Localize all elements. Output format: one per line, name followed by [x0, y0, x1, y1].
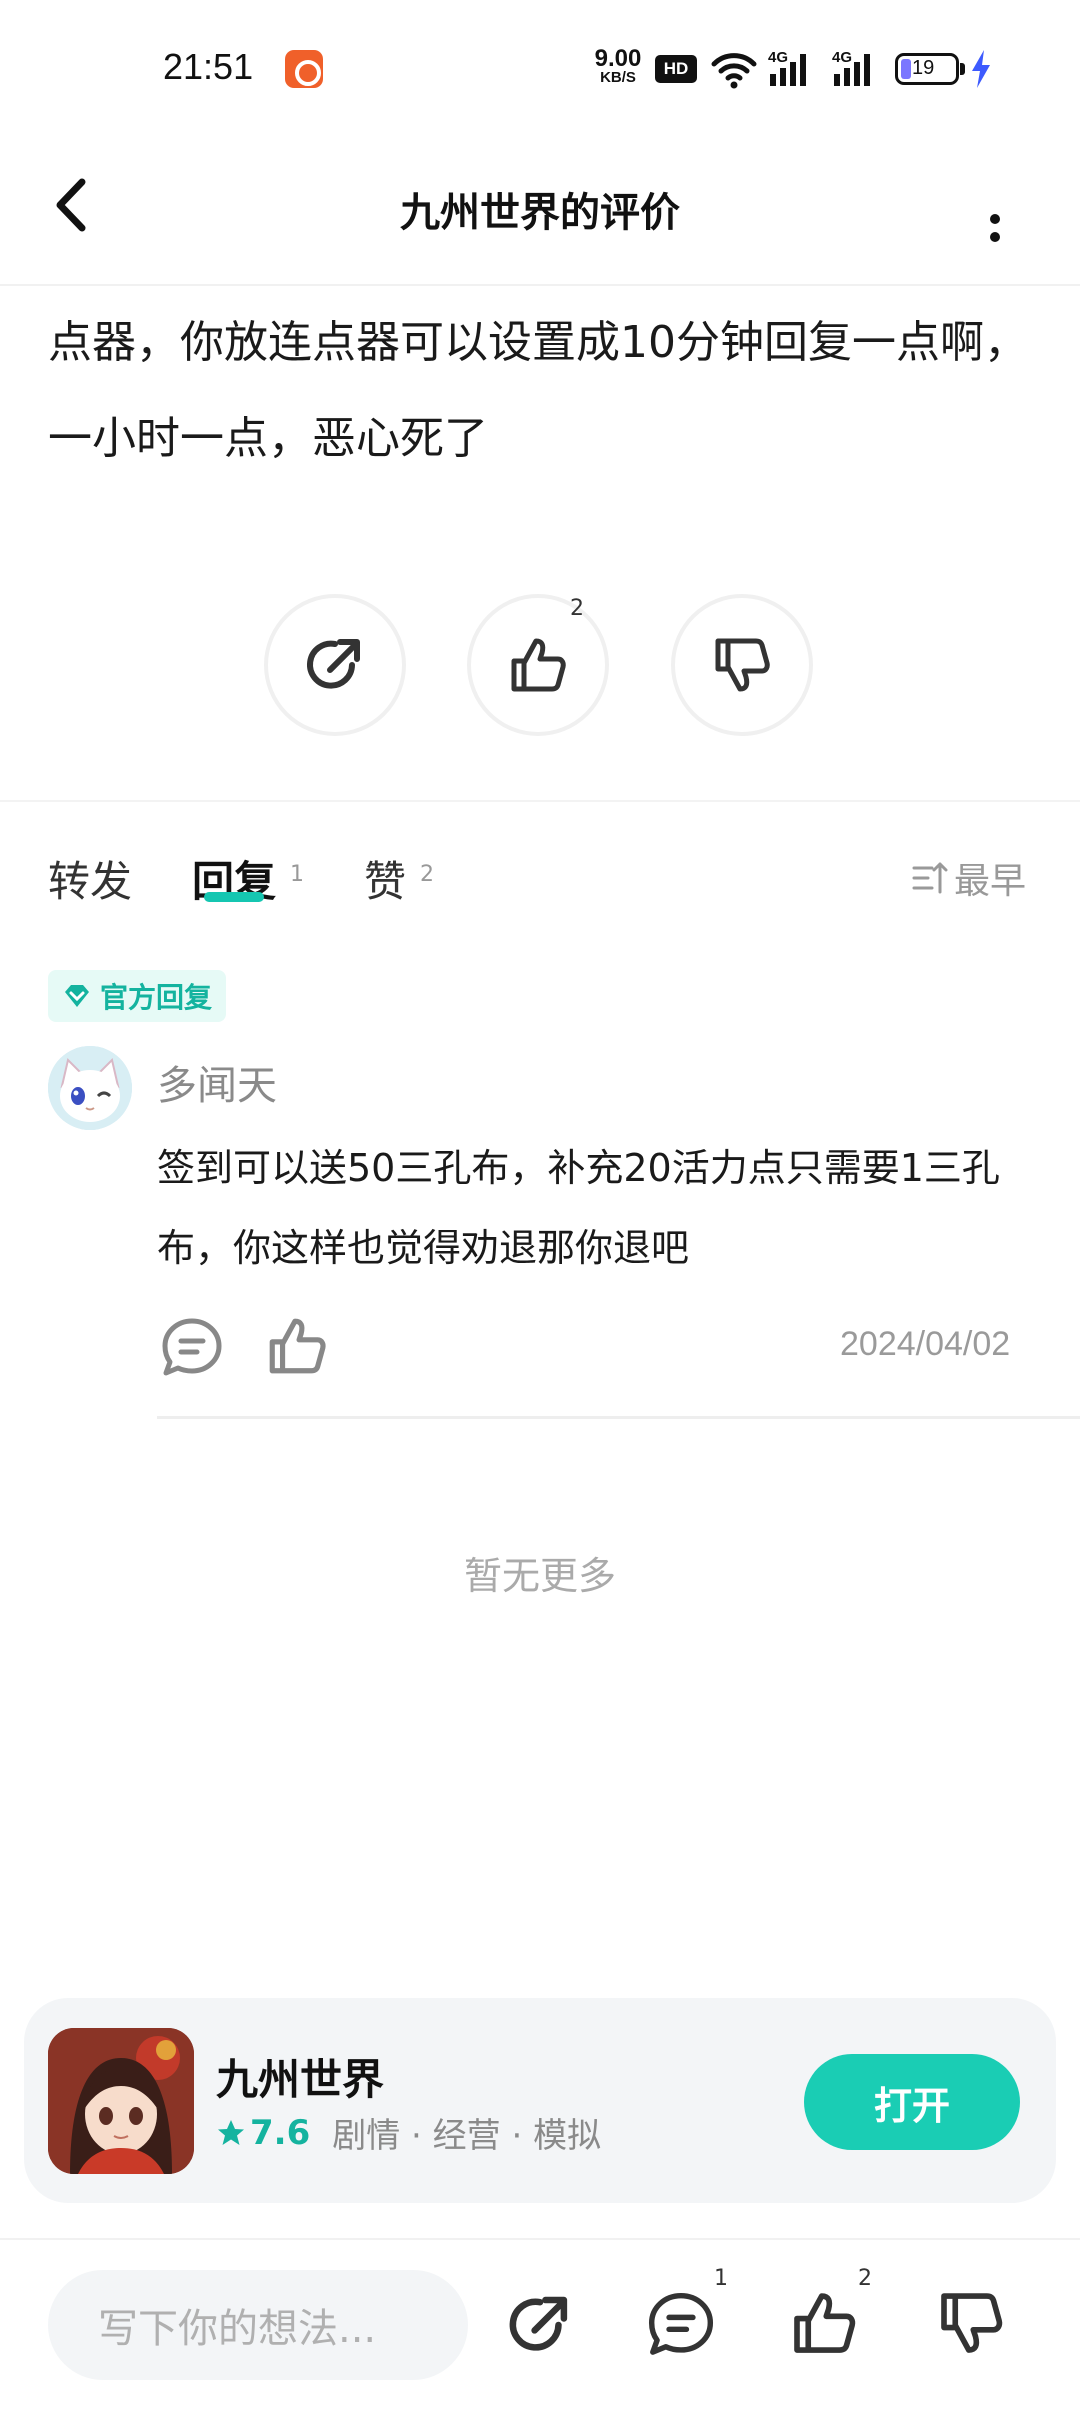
- battery-level: 19: [912, 57, 935, 79]
- cellular-signal-1-icon: 4G: [768, 48, 820, 94]
- no-more-text: 暂无更多: [463, 1554, 616, 1598]
- official-reply-label: 官方回复: [100, 981, 213, 1014]
- reply-comment-button[interactable]: [157, 1313, 227, 1387]
- review-text: 点器，你放连点器可以设置成10分钟回复一点啊，一小时一点，恶心死了: [48, 317, 1028, 464]
- more-dot-icon: [990, 214, 1000, 224]
- avatar-image: [48, 1046, 132, 1130]
- active-tab-indicator: [204, 892, 264, 902]
- tab-likes[interactable]: 赞: [364, 848, 406, 909]
- section-divider: [0, 800, 1080, 802]
- open-game-button[interactable]: 打开: [804, 2054, 1020, 2150]
- header: 九州世界的评价: [0, 140, 1080, 286]
- tab-forward[interactable]: 转发: [48, 848, 132, 909]
- game-name: 九州世界: [216, 2055, 385, 2104]
- battery-icon: 19: [895, 53, 959, 85]
- network-speed-unit: KB/S: [600, 69, 636, 86]
- like-count: 2: [570, 596, 584, 621]
- page-title: 九州世界的评价: [400, 190, 680, 236]
- status-bar: 21:51 9.00 KB/S HD 4G 4G 19: [0, 0, 1080, 140]
- bottom-comment-count: 1: [714, 2266, 728, 2291]
- diamond-icon: [65, 985, 89, 1007]
- reply-divider: [157, 1416, 1080, 1419]
- game-tags: 剧情 · 经营 · 模拟: [332, 2116, 602, 2156]
- kuaishou-app-icon: [285, 50, 323, 88]
- game-meta: 7.6 剧情 · 经营 · 模拟: [216, 2108, 601, 2157]
- bottom-share-button[interactable]: [502, 2287, 578, 2363]
- reply-text: 签到可以送50三孔布，补充20活力点只需要1三孔布，你这样也觉得劝退那你退吧: [157, 1146, 1000, 1270]
- official-reply-badge: 官方回复: [48, 970, 227, 1022]
- thumbs-up-icon: [794, 2293, 856, 2353]
- tab-replies-count: 1: [290, 862, 304, 887]
- network-speed-value: 9.00: [594, 45, 642, 72]
- comment-icon: [162, 1318, 222, 1376]
- more-options-button[interactable]: [975, 170, 1015, 242]
- comment-icon: [648, 2292, 714, 2355]
- like-button[interactable]: [467, 594, 609, 736]
- network-type-1: 4G: [768, 49, 788, 66]
- charging-bolt-icon: [972, 50, 990, 88]
- game-card[interactable]: 九州世界 7.6 剧情 · 经营 · 模拟 打开: [24, 1998, 1056, 2203]
- bottom-like-button[interactable]: [788, 2287, 864, 2363]
- network-speed: 9.00 KB/S: [590, 45, 646, 86]
- star-icon: [218, 2119, 244, 2145]
- sort-button[interactable]: 最早: [912, 852, 1026, 904]
- reply-username[interactable]: 多闻天: [157, 1053, 277, 1111]
- thumbs-down-icon: [941, 2293, 1003, 2353]
- game-icon: [48, 2028, 194, 2174]
- comment-input[interactable]: 写下你的想法...: [48, 2270, 468, 2380]
- more-dot-icon: [990, 232, 1000, 242]
- network-type-2: 4G: [832, 49, 852, 66]
- share-icon: [307, 639, 360, 689]
- sort-label: 最早: [954, 861, 1027, 902]
- bottom-dislike-button[interactable]: [935, 2287, 1011, 2363]
- bottom-bar-divider: [0, 2238, 1080, 2240]
- hd-voice-icon: HD: [655, 55, 697, 83]
- share-button[interactable]: [264, 594, 406, 736]
- sort-icon: [912, 862, 948, 894]
- share-icon: [509, 2296, 568, 2351]
- reply-like-button[interactable]: [264, 1313, 330, 1383]
- thumbs-up-icon: [511, 638, 566, 692]
- reply-date: 2024/04/02: [840, 1325, 1011, 1363]
- thumbs-up-icon: [269, 1318, 326, 1374]
- avatar[interactable]: [48, 1046, 132, 1130]
- wifi-icon: [711, 53, 757, 89]
- game-art-image: [48, 2028, 194, 2174]
- bottom-comment-button[interactable]: [643, 2287, 719, 2363]
- thumbs-down-icon: [715, 638, 770, 692]
- dislike-button[interactable]: [671, 594, 813, 736]
- status-time: 21:51: [163, 46, 254, 87]
- game-score: 7.6: [250, 2112, 311, 2153]
- tab-likes-count: 2: [420, 862, 434, 887]
- battery-tip: [960, 63, 965, 75]
- cellular-signal-2-icon: 4G: [832, 48, 884, 94]
- bottom-like-count: 2: [858, 2266, 872, 2291]
